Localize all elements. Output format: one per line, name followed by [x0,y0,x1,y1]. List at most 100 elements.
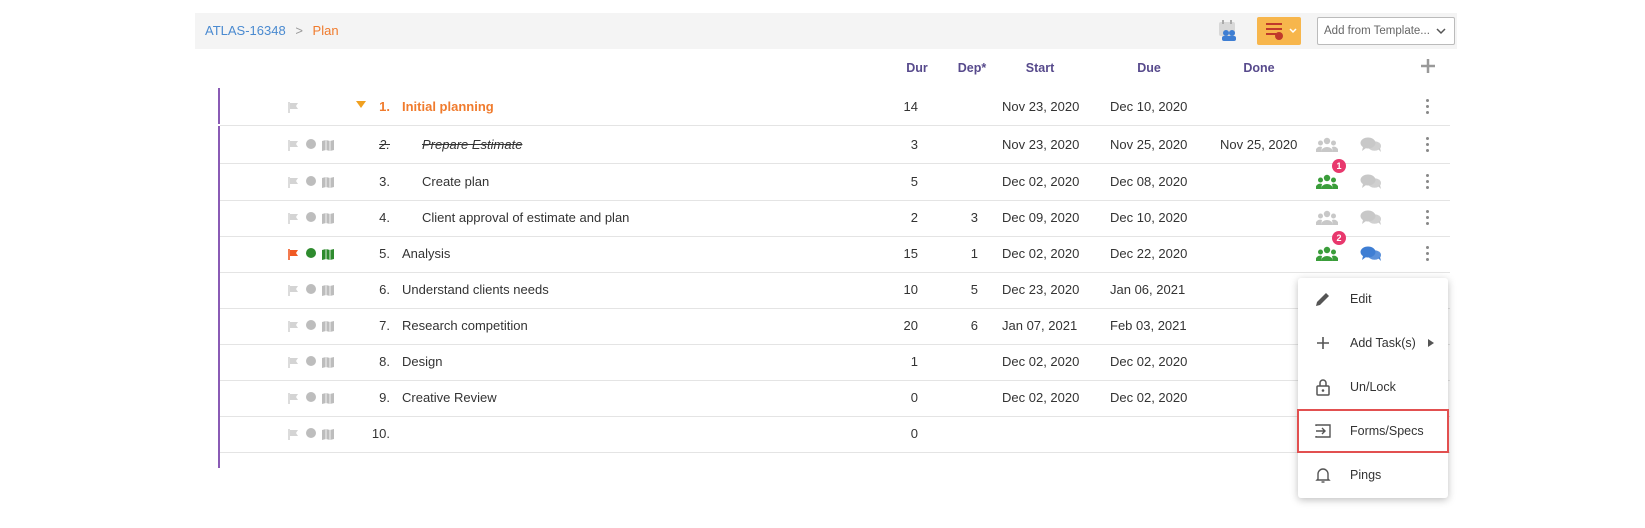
task-name[interactable]: Creative Review [402,390,497,405]
flag-icon[interactable] [288,428,299,443]
status-dot[interactable] [306,428,316,438]
task-due-date[interactable]: Dec 02, 2020 [1110,390,1187,405]
map-icon[interactable] [322,392,334,407]
add-from-template-select[interactable]: Add from Template... [1317,17,1455,45]
status-dot[interactable] [306,139,316,149]
task-start-date[interactable]: Dec 02, 2020 [1002,246,1079,261]
column-header-due[interactable]: Due [1127,61,1171,75]
task-name[interactable]: Design [402,354,442,369]
task-start-date[interactable]: Dec 02, 2020 [1002,174,1079,189]
team-icon[interactable] [1315,136,1339,157]
map-icon[interactable] [322,428,334,443]
chat-icon[interactable] [1360,173,1382,194]
flag-icon[interactable] [288,284,299,299]
add-column-button[interactable] [1418,56,1438,76]
task-duration[interactable]: 14 [878,99,918,114]
task-due-date[interactable]: Dec 10, 2020 [1110,210,1187,225]
calendar-team-button[interactable] [1217,19,1239,43]
task-due-date[interactable]: Dec 02, 2020 [1110,354,1187,369]
status-dot[interactable] [306,176,316,186]
task-row[interactable]: 10. 0 [220,415,1450,453]
map-icon[interactable] [322,212,334,227]
team-icon[interactable] [1315,209,1339,230]
task-duration[interactable]: 1 [878,354,918,369]
task-name[interactable]: Analysis [402,246,450,261]
task-due-date[interactable]: Nov 25, 2020 [1110,137,1187,152]
task-row[interactable]: 3. Create plan 5 Dec 02, 2020 Dec 08, 2020 1 [220,159,1450,201]
task-duration[interactable]: 20 [878,318,918,333]
task-duration[interactable]: 3 [878,137,918,152]
column-header-start[interactable]: Start [1015,61,1065,75]
task-row[interactable]: 4. Client approval of estimate and plan 2 3… [220,199,1450,237]
flag-icon[interactable] [288,101,299,116]
flag-icon[interactable] [288,176,299,191]
map-icon[interactable] [322,320,334,335]
task-name[interactable]: Prepare Estimate [422,137,522,152]
task-dependency[interactable]: 1 [938,246,978,261]
flag-icon[interactable] [288,392,299,407]
flag-icon[interactable] [288,356,299,371]
task-start-date[interactable]: Dec 09, 2020 [1002,210,1079,225]
breadcrumb-project-link[interactable]: ATLAS-16348 [205,23,286,38]
task-name[interactable]: Create plan [422,174,489,189]
view-toggle-button[interactable] [1257,17,1301,45]
task-start-date[interactable]: Dec 02, 2020 [1002,390,1079,405]
status-dot[interactable] [306,248,316,258]
flag-icon[interactable] [288,248,299,263]
task-row[interactable]: 9. Creative Review 0 Dec 02, 2020 Dec 02, 20… [220,379,1450,417]
task-due-date[interactable]: Dec 10, 2020 [1110,99,1187,114]
map-icon[interactable] [322,356,334,371]
task-dependency[interactable]: 5 [938,282,978,297]
more-options-icon[interactable] [1426,99,1430,117]
menu-item-add-tasks[interactable]: Add Task(s) [1298,322,1448,364]
status-dot[interactable] [306,356,316,366]
task-start-date[interactable]: Dec 02, 2020 [1002,354,1079,369]
task-row[interactable]: 7. Research competition 20 6 Jan 07, 2021 Feb… [220,307,1450,345]
more-options-icon[interactable] [1426,210,1430,228]
status-dot[interactable] [306,392,316,402]
task-start-date[interactable]: Jan 07, 2021 [1002,318,1077,333]
more-options-icon[interactable] [1426,246,1430,264]
task-name[interactable]: Research competition [402,318,528,333]
status-dot[interactable] [306,284,316,294]
column-header-dur[interactable]: Dur [897,61,937,75]
menu-item-forms-specs[interactable]: Forms/Specs [1297,409,1449,453]
task-due-date[interactable]: Jan 06, 2021 [1110,282,1185,297]
chat-icon[interactable] [1360,245,1382,266]
task-row[interactable]: 2. Prepare Estimate 3 Nov 23, 2020 Nov 25, 2… [220,126,1450,164]
task-name[interactable]: Initial planning [402,99,494,114]
task-name[interactable]: Client approval of estimate and plan [422,210,629,225]
map-icon[interactable] [322,176,334,191]
task-duration[interactable]: 0 [878,390,918,405]
task-row[interactable]: 5. Analysis 15 1 Dec 02, 2020 Dec 22, 2020 2 [220,231,1450,273]
task-due-date[interactable]: Feb 03, 2021 [1110,318,1187,333]
task-duration[interactable]: 10 [878,282,918,297]
flag-icon[interactable] [288,212,299,227]
column-header-done[interactable]: Done [1237,61,1281,75]
chat-icon[interactable] [1360,136,1382,157]
task-duration[interactable]: 15 [878,246,918,261]
map-icon[interactable] [322,139,334,154]
more-options-icon[interactable] [1426,137,1430,155]
task-duration[interactable]: 0 [878,426,918,441]
team-icon[interactable] [1315,173,1339,194]
task-row[interactable]: 1. Initial planning 14 Nov 23, 2020 Dec 10, … [220,88,1450,126]
task-duration[interactable]: 2 [878,210,918,225]
menu-item-unlock[interactable]: Un/Lock [1298,366,1448,408]
task-duration[interactable]: 5 [878,174,918,189]
task-dependency[interactable]: 6 [938,318,978,333]
team-icon[interactable] [1315,245,1339,266]
menu-item-pings[interactable]: Pings [1298,454,1448,496]
flag-icon[interactable] [288,320,299,335]
column-header-dep[interactable]: Dep* [952,61,992,75]
task-row[interactable]: 6. Understand clients needs 10 5 Dec 23, 202… [220,271,1450,309]
task-due-date[interactable]: Dec 08, 2020 [1110,174,1187,189]
map-icon[interactable] [322,284,334,299]
task-start-date[interactable]: Nov 23, 2020 [1002,137,1079,152]
task-name[interactable]: Understand clients needs [402,282,549,297]
status-dot[interactable] [306,212,316,222]
chat-icon[interactable] [1360,209,1382,230]
task-due-date[interactable]: Dec 22, 2020 [1110,246,1187,261]
menu-item-edit[interactable]: Edit [1298,278,1448,320]
flag-icon[interactable] [288,139,299,154]
